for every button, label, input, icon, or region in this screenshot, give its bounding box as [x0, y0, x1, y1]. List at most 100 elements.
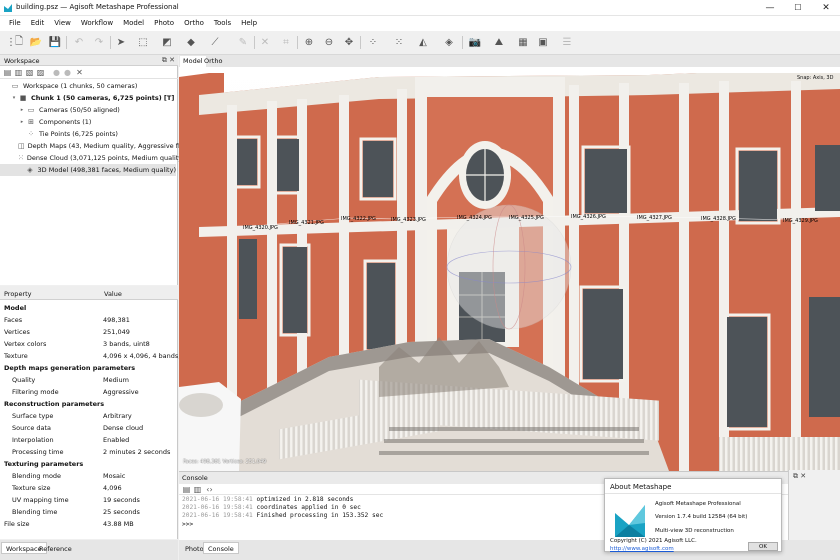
navigation-cursor-icon[interactable]: ➤: [114, 35, 128, 49]
tree-item-label: Cameras (50/50 aligned): [39, 106, 120, 114]
point-cloud-icon[interactable]: ⁙: [392, 35, 406, 49]
model-solid-icon[interactable]: ◈: [442, 35, 456, 49]
rotate-object-icon[interactable]: ◆: [184, 35, 198, 49]
tab-console[interactable]: Console: [203, 542, 239, 554]
orthomosaic-icon[interactable]: ▣: [536, 35, 550, 49]
menu-help[interactable]: Help: [236, 16, 262, 31]
tree-item[interactable]: ▸ ▭ Cameras (50/50 aligned): [0, 104, 176, 116]
execute-script-icon[interactable]: ‹›: [205, 485, 214, 494]
redo-icon[interactable]: ↷: [92, 35, 106, 49]
disable-item-icon[interactable]: ●: [63, 68, 72, 77]
property-row[interactable]: Vertices 251,049: [0, 326, 178, 338]
tree-item[interactable]: ⁙ Dense Cloud (3,071,125 points, Medium q…: [0, 152, 185, 164]
property-row[interactable]: UV mapping time 19 seconds: [0, 494, 178, 506]
panel-float-close-icon[interactable]: ⧉ ✕: [162, 56, 175, 65]
property-row[interactable]: Blending time 25 seconds: [0, 506, 178, 518]
chevron-right-icon[interactable]: ▸: [18, 119, 26, 125]
camera-label[interactable]: IMG_4323.JPG: [391, 217, 426, 223]
menu-edit[interactable]: Edit: [26, 16, 50, 31]
metashape-app-icon: [4, 4, 12, 12]
tiled-model-icon[interactable]: ▦: [516, 35, 530, 49]
property-row[interactable]: File size 43.88 MB: [0, 518, 178, 530]
rectangle-selection-icon[interactable]: ⬚: [136, 35, 150, 49]
property-row[interactable]: Source data Dense cloud: [0, 422, 178, 434]
reset-view-icon[interactable]: ✥: [342, 35, 356, 49]
property-row[interactable]: Interpolation Enabled: [0, 434, 178, 446]
property-row[interactable]: Vertex colors 3 bands, uint8: [0, 338, 178, 350]
model-shaded-icon[interactable]: ◭: [416, 35, 430, 49]
property-row[interactable]: Texture size 4,096: [0, 482, 178, 494]
tree-item[interactable]: ▾ ■ Chunk 1 (50 cameras, 6,725 points) [T]: [0, 92, 176, 104]
menu-view[interactable]: View: [49, 16, 76, 31]
camera-icon[interactable]: 📷: [468, 35, 482, 49]
add-chunk-icon[interactable]: ▤: [3, 68, 12, 77]
console-prompt[interactable]: >>>: [182, 521, 193, 528]
property-row[interactable]: Texture 4,096 x 4,096, 4 bands, uint8: [0, 350, 199, 362]
add-photos-icon[interactable]: ▥: [14, 68, 23, 77]
property-row[interactable]: Quality Medium: [0, 374, 178, 386]
menu-tools[interactable]: Tools: [209, 16, 236, 31]
delete-selection-icon[interactable]: ✕: [258, 35, 272, 49]
camera-label[interactable]: IMG_4320.JPG: [243, 225, 278, 231]
window-title: building.psz — Agisoft Metashape Profess…: [16, 3, 179, 11]
draw-polyline-icon[interactable]: ✎: [236, 35, 250, 49]
menu-file[interactable]: File: [4, 16, 26, 31]
console-panel-controls-icon[interactable]: ⧉ ✕: [793, 472, 806, 481]
save-icon[interactable]: 💾: [48, 35, 62, 49]
zoom-out-icon[interactable]: ⊖: [322, 35, 336, 49]
property-row[interactable]: Processing time 2 minutes 2 seconds: [0, 446, 178, 458]
new-document-icon[interactable]: 🗋: [12, 35, 26, 49]
dem-icon[interactable]: ⛰: [492, 35, 506, 49]
shapes-icon[interactable]: ☰: [560, 35, 574, 49]
camera-label[interactable]: IMG_4327.JPG: [637, 215, 672, 221]
enable-item-icon[interactable]: ●: [52, 68, 61, 77]
ruler-icon[interactable]: ⟋: [208, 35, 222, 49]
property-key: Quality: [12, 376, 36, 384]
remove-items-icon[interactable]: ▨: [36, 68, 45, 77]
camera-label[interactable]: IMG_4328.JPG: [701, 216, 736, 222]
property-key: Source data: [12, 424, 52, 432]
chevron-right-icon[interactable]: ▸: [18, 107, 26, 113]
save-log-icon[interactable]: ▤: [182, 485, 191, 494]
about-website-link[interactable]: http://www.agisoft.com: [610, 546, 674, 552]
menu-workflow[interactable]: Workflow: [76, 16, 118, 31]
undo-icon[interactable]: ↶: [72, 35, 86, 49]
camera-label[interactable]: IMG_4329.JPG: [783, 218, 818, 224]
workspace-close-icon[interactable]: ✕: [75, 68, 84, 77]
camera-label[interactable]: IMG_4321.JPG: [289, 220, 324, 226]
add-folder-icon[interactable]: ▧: [25, 68, 34, 77]
property-row[interactable]: Faces 498,381: [0, 314, 178, 326]
camera-label[interactable]: IMG_4324.JPG: [457, 215, 492, 221]
tree-item[interactable]: ▭ Workspace (1 chunks, 50 cameras): [0, 80, 176, 92]
ok-button[interactable]: OK: [748, 542, 778, 551]
tree-item[interactable]: ▸ ⊞ Components (1): [0, 116, 176, 128]
camera-label[interactable]: IMG_4322.JPG: [341, 216, 376, 222]
property-row[interactable]: Blending mode Mosaic: [0, 470, 178, 482]
minimize-button[interactable]: —: [756, 0, 784, 16]
tree-item[interactable]: ⁘ Tie Points (6,725 points): [0, 128, 176, 140]
tree-item[interactable]: ◈ 3D Model (498,381 faces, Medium quality…: [0, 164, 176, 176]
zoom-in-icon[interactable]: ⊕: [302, 35, 316, 49]
tab-reference[interactable]: Reference: [34, 542, 77, 554]
resize-region-icon[interactable]: ◩: [160, 35, 174, 49]
menu-ortho[interactable]: Ortho: [179, 16, 209, 31]
menu-photo[interactable]: Photo: [149, 16, 179, 31]
maximize-button[interactable]: ☐: [784, 0, 812, 16]
close-button[interactable]: ✕: [812, 0, 840, 16]
camera-label[interactable]: IMG_4326.JPG: [571, 214, 606, 220]
chevron-down-icon[interactable]: ▾: [10, 95, 18, 101]
open-folder-icon[interactable]: 📂: [29, 35, 43, 49]
tab-ortho[interactable]: Ortho: [201, 56, 225, 67]
property-row[interactable]: Filtering mode Aggressive: [0, 386, 178, 398]
chunk-icon: ■: [19, 93, 27, 102]
camera-label[interactable]: IMG_4325.JPG: [509, 215, 544, 221]
crop-selection-icon[interactable]: ⌗: [279, 35, 293, 49]
menu-model[interactable]: Model: [118, 16, 149, 31]
property-row[interactable]: Surface type Arbitrary: [0, 410, 178, 422]
property-section-header: Model: [0, 302, 178, 314]
workspace-tools: ▤ ▥ ▧ ▨ ● ● ✕: [0, 66, 178, 79]
show-cameras-icon[interactable]: ⁘: [366, 35, 380, 49]
model-viewport[interactable]: IMG_4320.JPG IMG_4321.JPG IMG_4322.JPG IMG_…: [179, 67, 840, 471]
clear-log-icon[interactable]: ▥: [193, 485, 202, 494]
tree-item[interactable]: ◫ Depth Maps (43, Medium quality, Aggress…: [0, 140, 203, 152]
